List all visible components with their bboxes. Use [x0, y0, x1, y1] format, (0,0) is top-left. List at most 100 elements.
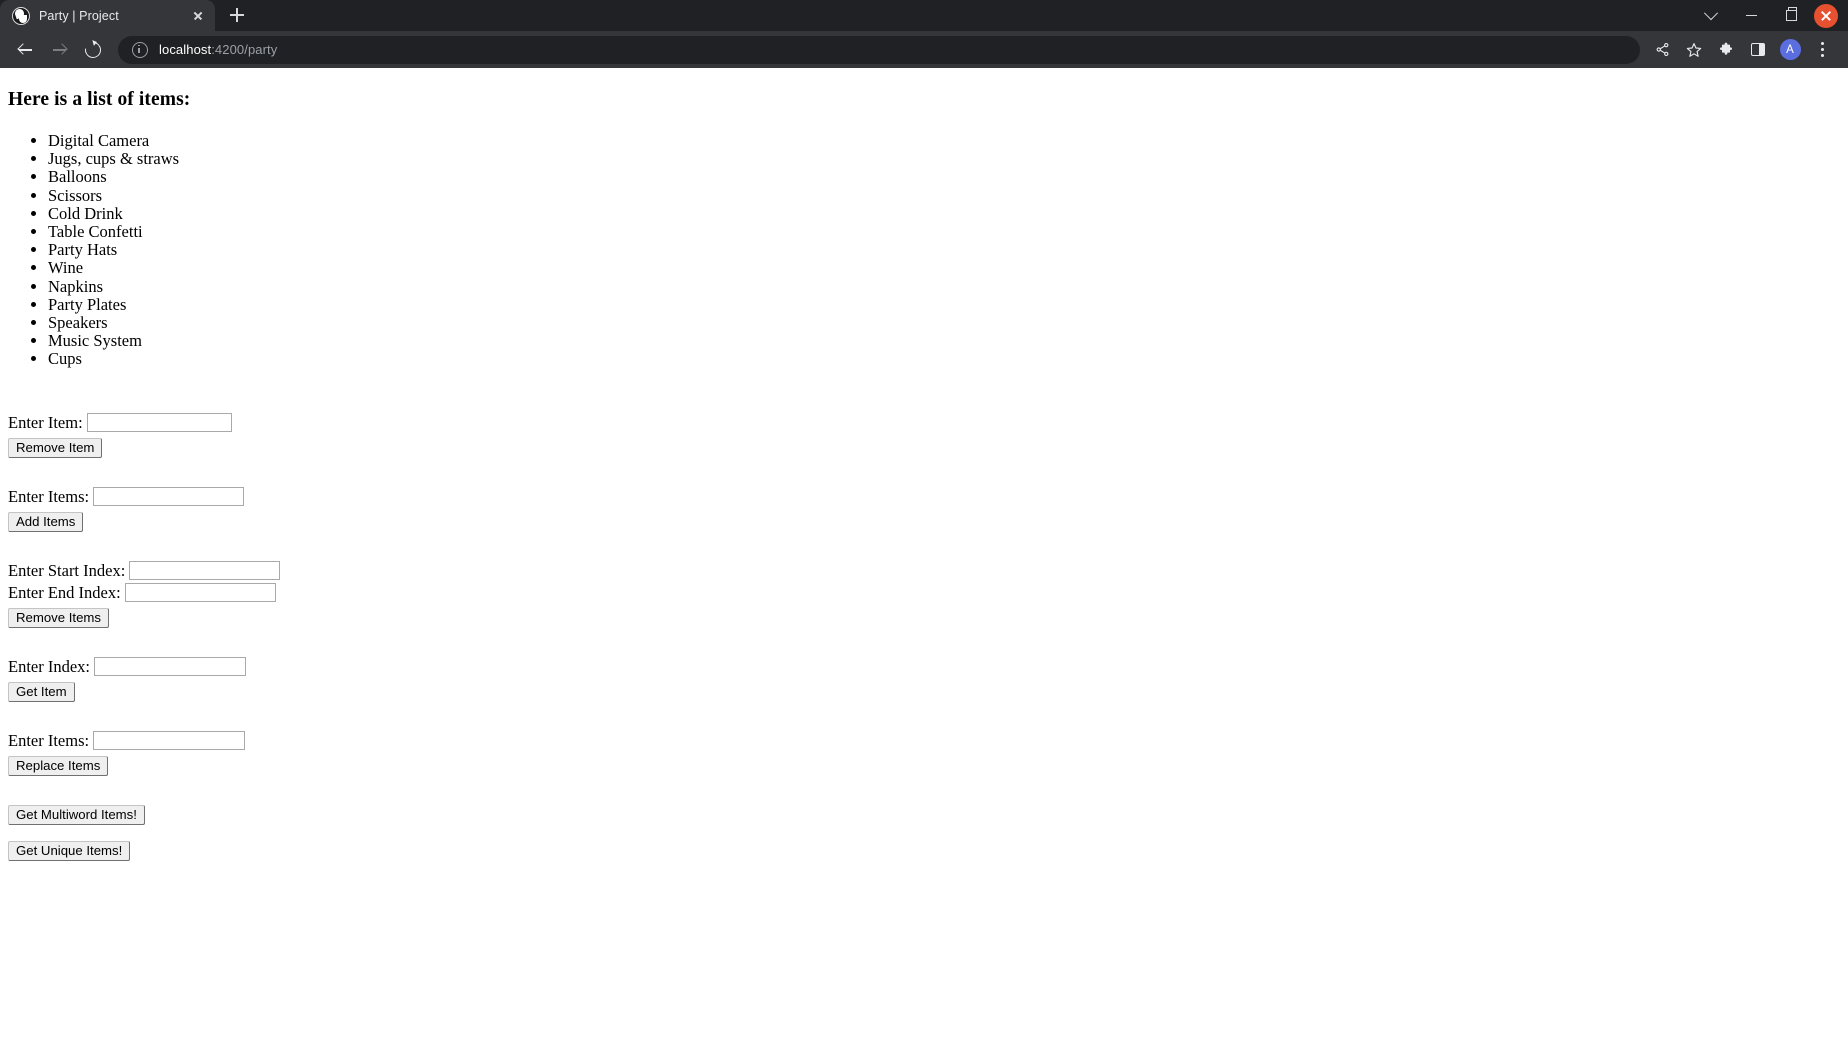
replace-items-form: Enter Items: Replace Items [8, 731, 1840, 776]
back-arrow-icon [18, 43, 32, 56]
page-title: Here is a list of items: [8, 89, 191, 110]
browser-toolbar: localhost:4200/party A [0, 31, 1848, 68]
chevron-down-icon [1703, 5, 1719, 20]
enter-items-label: Enter Items: [8, 486, 90, 506]
page-content: Here is a list of items: Digital Camera … [0, 89, 1848, 861]
list-item: Cold Drink [48, 204, 1840, 223]
site-info-icon[interactable] [132, 41, 148, 58]
profile-button[interactable]: A [1775, 35, 1805, 65]
tab-strip: Party | Project [0, 0, 1848, 31]
enter-index-label: Enter Index: [8, 656, 91, 676]
share-button[interactable] [1647, 35, 1677, 65]
browser-window: Party | Project localhost:4200/party A H… [0, 0, 1848, 1052]
extensions-puzzle-icon [1720, 42, 1732, 55]
minimize-icon [1745, 14, 1757, 17]
enter-start-index-label: Enter Start Index: [8, 560, 126, 580]
start-index-row: Enter Start Index: [8, 561, 1840, 581]
list-item: Music System [48, 332, 1840, 350]
bookmark-button[interactable] [1679, 35, 1709, 65]
items-list: Digital Camera Jugs, cups & straws Ballo… [8, 131, 1840, 369]
url-text: localhost:4200/party [159, 42, 277, 57]
unique-button-row: Get Unique Items! [8, 840, 1840, 861]
reload-button[interactable] [79, 36, 107, 64]
list-item: Table Confetti [48, 222, 1840, 241]
tab-close-icon[interactable] [189, 7, 207, 25]
remove-items-button[interactable]: Remove Items [8, 607, 110, 628]
remove-item-button[interactable]: Remove Item [8, 437, 103, 458]
toolbar-icons: A [1646, 35, 1838, 65]
list-item: Wine [48, 259, 1840, 277]
share-icon [1656, 42, 1668, 57]
tab-title: Party | Project [39, 8, 119, 23]
chrome-menu-button[interactable] [1807, 35, 1837, 65]
end-index-row: Enter End Index: [8, 583, 1840, 603]
list-item: Party Plates [48, 295, 1840, 314]
replace-enter-items-label: Enter Items: [8, 730, 90, 750]
get-item-button[interactable]: Get Item [8, 681, 75, 702]
angular-shield-icon [12, 6, 30, 25]
index-input[interactable] [94, 657, 247, 677]
add-items-row: Enter Items: [8, 487, 1840, 507]
url-path: :4200/party [211, 42, 278, 57]
list-item: Digital Camera [48, 131, 1840, 150]
three-dot-menu-icon [1820, 42, 1824, 57]
add-items-button[interactable]: Add Items [8, 511, 84, 532]
list-item: Jugs, cups & straws [48, 150, 1840, 168]
new-tab-button[interactable] [223, 1, 251, 29]
remove-range-button-row: Remove Items [8, 607, 1840, 628]
url-host: localhost [159, 42, 212, 57]
get-multiword-items-button[interactable]: Get Multiword Items! [8, 804, 145, 825]
replace-items-button[interactable]: Replace Items [8, 755, 109, 776]
avatar: A [1779, 39, 1801, 60]
tab-search-button[interactable] [1691, 0, 1731, 31]
remove-item-button-row: Remove Item [8, 437, 1840, 458]
start-index-input[interactable] [129, 561, 281, 581]
maximize-button[interactable] [1771, 0, 1811, 31]
remove-item-form: Enter Item: Remove Item [8, 413, 1840, 458]
reload-icon [81, 38, 105, 61]
end-index-input[interactable] [124, 583, 276, 603]
browser-tab-party-project[interactable]: Party | Project [0, 0, 215, 31]
forward-button[interactable] [45, 36, 73, 64]
maximize-icon [1785, 7, 1797, 21]
address-bar[interactable]: localhost:4200/party [118, 35, 1640, 64]
list-item: Speakers [48, 313, 1840, 332]
add-items-button-row: Add Items [8, 511, 1840, 532]
add-items-form: Enter Items: Add Items [8, 487, 1840, 532]
add-items-input[interactable] [93, 487, 245, 507]
list-item: Party Hats [48, 241, 1840, 259]
get-unique-items-button[interactable]: Get Unique Items! [8, 840, 131, 861]
enter-item-input[interactable] [86, 413, 232, 433]
replace-items-row: Enter Items: [8, 731, 1840, 751]
list-item: Napkins [48, 277, 1840, 296]
replace-items-input[interactable] [93, 731, 246, 751]
minimize-button[interactable] [1731, 0, 1771, 31]
forward-arrow-icon [52, 43, 66, 56]
extensions-button[interactable] [1711, 35, 1741, 65]
window-controls [1691, 0, 1848, 31]
get-item-button-row: Get Item [8, 681, 1840, 702]
side-panel-icon [1751, 43, 1765, 56]
bookmark-star-icon [1686, 42, 1702, 57]
enter-end-index-label: Enter End Index: [8, 582, 121, 602]
enter-item-label: Enter Item: [8, 412, 83, 432]
list-item: Cups [48, 350, 1840, 368]
multiword-button-row: Get Multiword Items! [8, 804, 1840, 825]
remove-item-row: Enter Item: [8, 413, 1840, 433]
back-button[interactable] [11, 36, 39, 64]
get-item-form: Enter Index: Get Item [8, 657, 1840, 702]
remove-range-form: Enter Start Index: Enter End Index: Remo… [8, 561, 1840, 628]
get-item-row: Enter Index: [8, 657, 1840, 677]
page-viewport: Here is a list of items: Digital Camera … [0, 68, 1848, 1052]
replace-items-button-row: Replace Items [8, 755, 1840, 776]
list-item: Scissors [48, 186, 1840, 205]
window-close-button[interactable] [1814, 3, 1838, 28]
side-panel-button[interactable] [1743, 35, 1773, 65]
